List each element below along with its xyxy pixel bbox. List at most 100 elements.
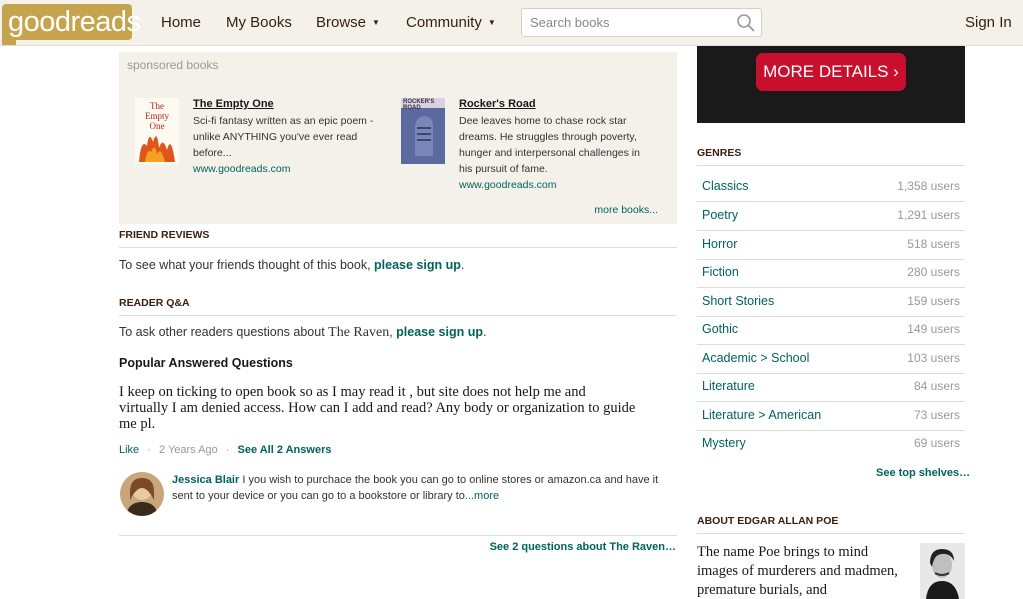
genre-row: Literature 84 users [697, 373, 965, 402]
genre-user-count: 1,358 users [897, 179, 960, 193]
see-top-shelves-link[interactable]: See top shelves… [876, 467, 970, 479]
genre-row: Literature > American 73 users [697, 402, 965, 431]
genre-user-count: 159 users [907, 294, 960, 308]
sponsored-title: sponsored books [127, 58, 219, 72]
answer-text: Jessica Blair I you wish to purchace the… [172, 472, 677, 504]
ad-desc-line: dreams. He struggles through poverty, [459, 131, 637, 143]
genre-user-count: 1,291 users [897, 208, 960, 222]
genre-user-count: 149 users [907, 322, 960, 336]
ad-desc-line: Sci-fi fantasy written as an epic poem - [193, 115, 374, 127]
nav-my-books[interactable]: My Books [226, 14, 292, 31]
reader-qa-text: To ask other readers questions about The… [119, 325, 486, 341]
genre-user-count: 103 users [907, 351, 960, 365]
cover-title-line1: The Empty [145, 101, 169, 121]
genre-link[interactable]: Poetry [702, 208, 738, 222]
genre-user-count: 69 users [913, 436, 960, 450]
answerer-name-link[interactable]: Jessica Blair [172, 474, 239, 486]
genre-row: Classics 1,358 users [697, 173, 965, 202]
genre-row: Academic > School 103 users [697, 345, 965, 374]
search-input[interactable] [530, 15, 730, 30]
author-photo[interactable] [920, 543, 965, 599]
sign-in-link[interactable]: Sign In [965, 14, 1012, 31]
question-line: I keep on ticking to open book so as I m… [119, 384, 586, 400]
chevron-down-icon: ▼ [487, 18, 496, 27]
ad-book-title[interactable]: Rocker's Road [459, 98, 536, 110]
answer-body: I you wish to purchace the book you can … [172, 474, 659, 502]
sign-up-link[interactable]: please sign up [396, 325, 483, 339]
question-line: me pl. [119, 416, 156, 432]
promo-banner: MORE DETAILS › [697, 46, 965, 123]
search-box [521, 8, 762, 37]
about-author-header: ABOUT EDGAR ALLAN POE [697, 515, 965, 534]
nav-community[interactable]: Community ▼ [406, 14, 496, 31]
genre-row: Horror 518 users [697, 231, 965, 260]
question-text[interactable]: I keep on ticking to open book so as I m… [119, 384, 679, 432]
genre-row: Gothic 149 users [697, 316, 965, 345]
popular-questions-heading: Popular Answered Questions [119, 356, 293, 370]
cover-title-line2: One [149, 121, 165, 131]
see-all-answers-link[interactable]: See All 2 Answers [238, 444, 332, 456]
ad-desc-line: unlike ANYTHING you've ever read [193, 131, 358, 143]
genre-user-count: 280 users [907, 265, 960, 279]
reader-qa-prompt: To ask other readers questions about [119, 325, 329, 339]
ad-desc-line: before... [193, 147, 232, 159]
period: . [482, 325, 487, 339]
genre-link[interactable]: Literature > American [702, 408, 821, 422]
ad-book-cover[interactable]: ROCKER'S ROAD [401, 98, 445, 164]
ad-book-cover[interactable]: The Empty One [135, 98, 179, 164]
nav-browse[interactable]: Browse ▼ [316, 14, 380, 31]
cover-title: ROCKER'S ROAD [403, 99, 435, 111]
period: . [460, 258, 465, 272]
more-details-button[interactable]: MORE DETAILS › [756, 53, 906, 91]
ad-book-title[interactable]: The Empty One [193, 98, 274, 110]
ad-desc-line: Dee leaves home to chase rock star [459, 115, 627, 127]
genre-link[interactable]: Horror [702, 237, 737, 251]
see-questions-link[interactable]: See 2 questions about The Raven… [490, 541, 676, 553]
question-line: virtually I am denied access. How can I … [119, 400, 636, 416]
ad-url-link[interactable]: www.goodreads.com [459, 179, 556, 191]
sponsored-books-panel: sponsored books The Empty One The Empty … [119, 52, 677, 224]
answer-more-link[interactable]: ...more [465, 490, 499, 502]
avatar[interactable] [120, 472, 164, 516]
separator: · [225, 444, 230, 456]
nav-home[interactable]: Home [161, 14, 201, 31]
genre-row: Fiction 280 users [697, 259, 965, 288]
divider [119, 535, 677, 536]
chevron-down-icon: ▼ [372, 18, 380, 27]
author-portrait-image [920, 543, 965, 599]
ad-desc-line: hunger and interpersonal challenges in [459, 147, 640, 159]
genre-row: Poetry 1,291 users [697, 202, 965, 231]
user-avatar-image [120, 472, 164, 516]
genre-link[interactable]: Mystery [702, 436, 746, 450]
genre-user-count: 84 users [913, 379, 960, 393]
friend-reviews-text: To see what your friends thought of this… [119, 258, 464, 272]
like-link[interactable]: Like [119, 444, 139, 456]
ad-url-link[interactable]: www.goodreads.com [193, 163, 290, 175]
nav-browse-label: Browse [316, 14, 367, 31]
more-books-link[interactable]: more books... [594, 204, 658, 216]
genre-link[interactable]: Academic > School [702, 351, 809, 365]
ad-book-description: Dee leaves home to chase rock star dream… [459, 113, 640, 177]
ad-desc-line: his pursuit of fame. [459, 163, 548, 175]
sign-up-link[interactable]: please sign up [374, 258, 461, 272]
genre-user-count: 518 users [907, 237, 960, 251]
genre-link[interactable]: Literature [702, 379, 755, 393]
goodreads-logo[interactable]: goodreads [0, 0, 141, 46]
friend-reviews-prompt: To see what your friends thought of this… [119, 258, 375, 272]
genre-link[interactable]: Gothic [702, 322, 738, 336]
ad-book-description: Sci-fi fantasy written as an epic poem -… [193, 113, 373, 161]
reader-qa-header: READER Q&A [119, 297, 677, 316]
site-header: goodreads Home My Books Browse ▼ Communit… [0, 0, 1023, 46]
question-meta: Like · 2 Years Ago · See All 2 Answers [119, 444, 331, 456]
genre-link[interactable]: Classics [702, 179, 749, 193]
genre-link[interactable]: Short Stories [702, 294, 774, 308]
logo-text: goodreads [8, 6, 141, 38]
author-bio: The name Poe brings to mind images of mu… [697, 544, 898, 598]
separator: · [147, 444, 151, 456]
genre-user-count: 73 users [913, 408, 960, 422]
genre-link[interactable]: Fiction [702, 265, 739, 279]
question-age: 2 Years Ago [158, 444, 218, 456]
genres-header: GENRES [697, 147, 965, 166]
genre-row: Short Stories 159 users [697, 288, 965, 317]
search-icon[interactable] [736, 13, 756, 33]
